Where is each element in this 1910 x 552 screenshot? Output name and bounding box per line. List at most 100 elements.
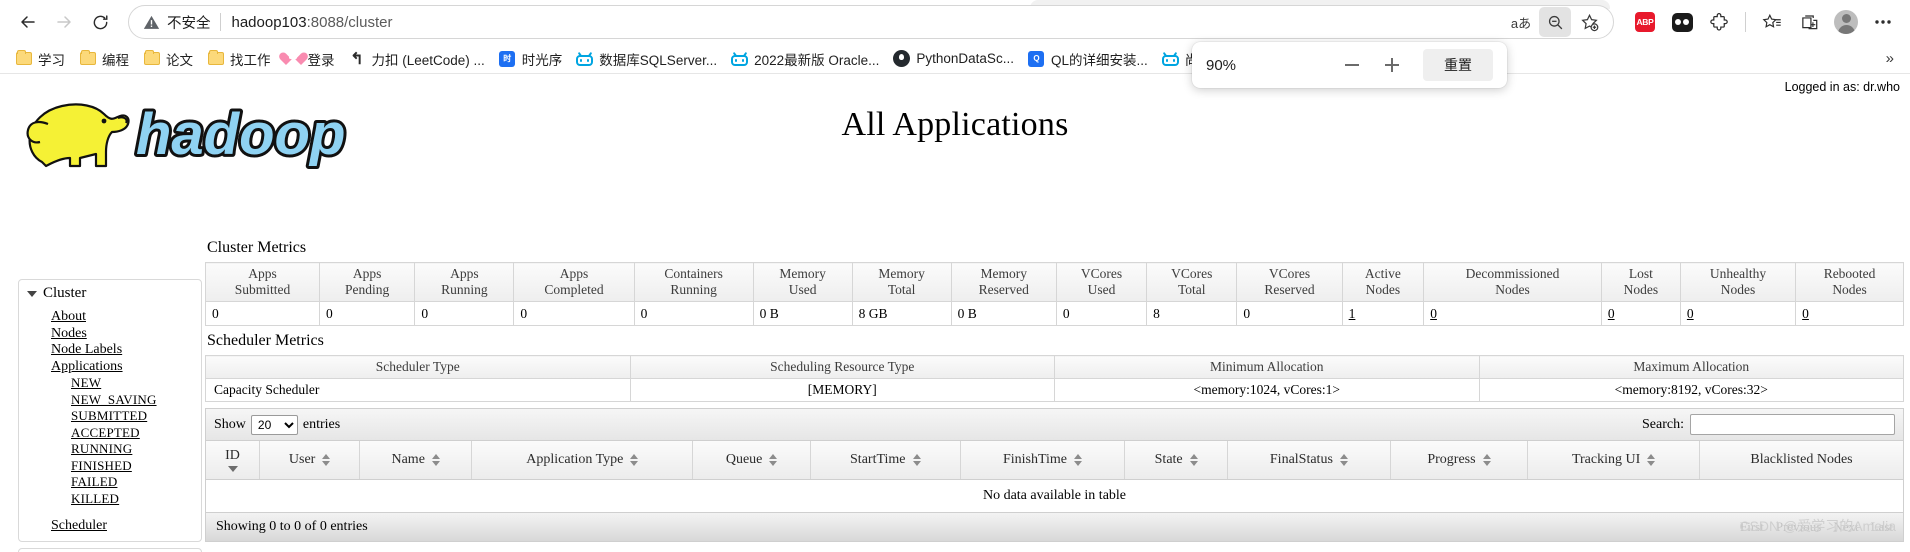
- bookmark-item[interactable]: 数据库SQLServer...: [569, 46, 724, 72]
- scheduler-metrics-table: Scheduler Type Scheduling Resource Type …: [205, 355, 1904, 402]
- bookmark-item[interactable]: 编程: [72, 46, 136, 72]
- active-nodes-value[interactable]: 1: [1341, 301, 1425, 326]
- decommissioned-nodes-link[interactable]: 0: [1430, 306, 1437, 321]
- rebooted-nodes-link[interactable]: 0: [1802, 306, 1809, 321]
- scheduler-type-value: Capacity Scheduler: [205, 378, 631, 402]
- pagination-last[interactable]: Last: [1871, 519, 1893, 535]
- sort-icon: [1339, 453, 1348, 466]
- sidebar-item-scheduler[interactable]: Scheduler: [19, 518, 201, 535]
- col-name[interactable]: Name: [359, 441, 473, 480]
- magnifier-minus-icon: [1548, 15, 1562, 29]
- zoom-in-button[interactable]: [1375, 50, 1409, 80]
- extensions-puzzle-icon[interactable]: [1702, 5, 1736, 39]
- bookmark-item[interactable]: 论文: [136, 46, 200, 72]
- extension-dark-icon[interactable]: [1665, 5, 1699, 39]
- collections-icon[interactable]: [1792, 5, 1826, 39]
- folder-icon: [207, 50, 224, 67]
- zoom-out-icon[interactable]: [1539, 7, 1571, 37]
- sidebar-item-about[interactable]: About: [19, 309, 201, 326]
- sidebar-item-accepted[interactable]: ACCEPTED: [19, 425, 201, 442]
- sort-icon: [322, 453, 331, 466]
- search-input[interactable]: [1690, 414, 1895, 435]
- col-rebooted-nodes: Rebooted Nodes: [1795, 262, 1904, 302]
- sidebar-item-finished[interactable]: FINISHED: [19, 458, 201, 475]
- bookmark-item[interactable]: ↰ 力扣 (LeetCode) ...: [342, 46, 492, 72]
- rebooted-nodes-value[interactable]: 0: [1795, 301, 1904, 326]
- col-blacklisted-nodes[interactable]: Blacklisted Nodes: [1699, 441, 1903, 480]
- bookmark-item[interactable]: 时 时光序: [492, 46, 570, 72]
- page-length-select[interactable]: 20 50 100: [250, 414, 298, 435]
- col-vcores-used: VCores Used: [1055, 262, 1148, 302]
- lost-nodes-link[interactable]: 0: [1608, 306, 1615, 321]
- sort-icon: [630, 453, 639, 466]
- apps-completed-value: 0: [513, 301, 635, 326]
- address-bar[interactable]: 不安全 hadoop103:8088/cluster aあ: [128, 5, 1614, 39]
- adblock-plus-icon[interactable]: ABP: [1628, 5, 1662, 39]
- pagination-previous[interactable]: Previous: [1776, 519, 1822, 535]
- sidebar-item-applications[interactable]: Applications: [19, 359, 201, 376]
- sidebar-item-new[interactable]: NEW: [19, 375, 201, 392]
- col-tracking-ui[interactable]: Tracking UI: [1527, 441, 1700, 480]
- sidebar-item-node-labels[interactable]: Node Labels: [19, 342, 201, 359]
- pagination-first[interactable]: First: [1740, 519, 1764, 535]
- col-progress[interactable]: Progress: [1390, 441, 1529, 480]
- col-id-label: ID: [225, 448, 240, 463]
- reload-button[interactable]: [82, 4, 118, 40]
- translate-icon-label: aあ: [1510, 15, 1532, 31]
- col-id[interactable]: ID: [206, 441, 261, 480]
- translate-icon[interactable]: aあ: [1505, 7, 1537, 37]
- zoom-reset-button[interactable]: 重置: [1423, 49, 1493, 81]
- sidebar-item-failed[interactable]: FAILED: [19, 474, 201, 491]
- blue-app-icon: 时: [499, 50, 516, 67]
- col-apps-submitted: Apps Submitted: [204, 262, 321, 302]
- sort-desc-icon: [227, 466, 238, 472]
- back-button[interactable]: [10, 4, 46, 40]
- lost-nodes-value[interactable]: 0: [1600, 301, 1681, 326]
- col-finishtime[interactable]: FinishTime: [960, 441, 1126, 480]
- bookmark-item[interactable]: Q QL的详细安装...: [1021, 46, 1155, 72]
- bookmarks-overflow-button[interactable]: »: [1878, 50, 1902, 67]
- bookmark-label: 力扣 (LeetCode) ...: [371, 52, 485, 68]
- bilibili-icon: [576, 50, 594, 67]
- sidebar-cluster-header[interactable]: Cluster: [19, 280, 201, 307]
- sidebar-item-new-saving[interactable]: NEW_SAVING: [19, 392, 201, 409]
- show-label: Show: [214, 416, 246, 432]
- unhealthy-nodes-link[interactable]: 0: [1687, 306, 1694, 321]
- sort-icon: [431, 453, 440, 466]
- col-user[interactable]: User: [259, 441, 361, 480]
- zoom-out-button[interactable]: [1335, 50, 1369, 80]
- sidebar-item-killed[interactable]: KILLED: [19, 491, 201, 508]
- add-favorite-icon[interactable]: [1573, 7, 1605, 37]
- sidebar-item-running[interactable]: RUNNING: [19, 441, 201, 458]
- sidebar-item-submitted[interactable]: SUBMITTED: [19, 408, 201, 425]
- profile-avatar[interactable]: [1829, 5, 1863, 39]
- col-application-type[interactable]: Application Type: [471, 441, 694, 480]
- logged-in-label: Logged in as: dr.who: [1784, 80, 1900, 94]
- abp-badge: ABP: [1635, 12, 1655, 32]
- pagination-next[interactable]: Next: [1833, 519, 1858, 535]
- bookmark-item[interactable]: 找工作: [200, 46, 278, 72]
- entries-label: entries: [302, 416, 341, 432]
- search-control: Search:: [1642, 414, 1895, 435]
- cluster-metrics-value-row: 000000 B8 GB 0 B08010000: [204, 301, 1904, 326]
- settings-more-button[interactable]: [1866, 5, 1900, 39]
- active-nodes-link[interactable]: 1: [1349, 306, 1356, 321]
- col-queue[interactable]: Queue: [692, 441, 811, 480]
- browser-window: 不安全 hadoop103:8088/cluster aあ ABP 学习 编程 …: [0, 0, 1910, 88]
- bookmark-item[interactable]: 2022最新版 Oracle...: [724, 46, 886, 72]
- col-state[interactable]: State: [1124, 441, 1229, 480]
- bookmark-item[interactable]: 登录: [278, 46, 342, 72]
- favorites-icon[interactable]: [1755, 5, 1789, 39]
- bookmark-item[interactable]: 学习: [8, 46, 72, 72]
- col-finalstatus[interactable]: FinalStatus: [1227, 441, 1391, 480]
- col-tracking-ui-label: Tracking UI: [1571, 452, 1641, 467]
- col-starttime[interactable]: StartTime: [810, 441, 961, 480]
- unhealthy-nodes-value[interactable]: 0: [1679, 301, 1797, 326]
- toolbar-extensions: ABP: [1620, 5, 1900, 39]
- sidebar-item-nodes[interactable]: Nodes: [19, 326, 201, 343]
- bookmark-item[interactable]: PythonDataSc...: [886, 47, 1021, 70]
- memory-used-value: 0 B: [752, 301, 853, 326]
- forward-button[interactable]: [46, 4, 82, 40]
- sidebar-tools-header[interactable]: Tools: [19, 549, 201, 552]
- decommissioned-nodes-value[interactable]: 0: [1423, 301, 1602, 326]
